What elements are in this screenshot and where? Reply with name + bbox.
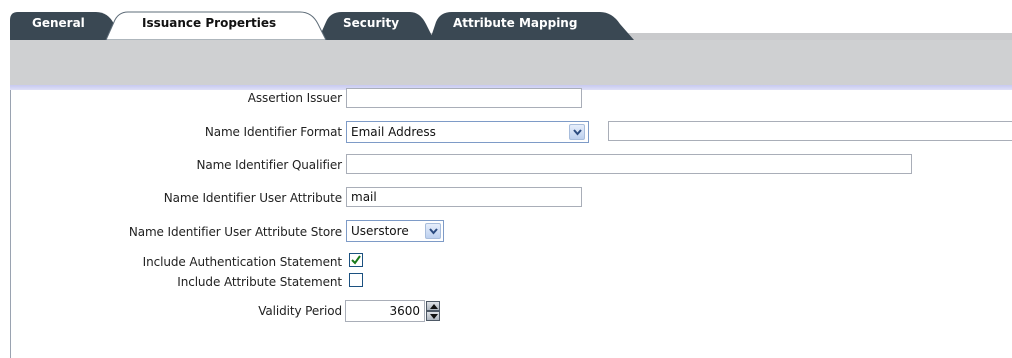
name-identifier-qualifier-label: Name Identifier Qualifier xyxy=(196,158,342,172)
include-authentication-statement-checkbox[interactable] xyxy=(349,253,363,267)
name-identifier-format-label: Name Identifier Format xyxy=(204,125,342,139)
tab-strip: General Issuance Properties Security Att… xyxy=(0,0,1012,40)
chevron-down-icon[interactable] xyxy=(425,223,441,239)
validity-period-spinner[interactable] xyxy=(426,301,440,321)
content-left-border xyxy=(10,90,11,358)
validity-period-input[interactable]: 3600 xyxy=(345,300,425,322)
name-identifier-user-attribute-store-value: Userstore xyxy=(351,224,409,238)
name-identifier-qualifier-input[interactable] xyxy=(346,154,912,174)
validity-period-label: Validity Period xyxy=(258,304,342,318)
tab-issuance-properties[interactable]: Issuance Properties xyxy=(142,15,276,31)
name-identifier-user-attribute-store-select[interactable]: Userstore xyxy=(346,220,444,242)
checkmark-icon xyxy=(351,255,361,265)
tab-general[interactable]: General xyxy=(32,15,85,31)
name-identifier-user-attribute-input[interactable] xyxy=(346,187,582,207)
include-attribute-statement-checkbox[interactable] xyxy=(349,273,363,287)
assertion-issuer-input[interactable] xyxy=(346,88,582,108)
tab-attribute-mapping[interactable]: Attribute Mapping xyxy=(453,15,577,31)
name-identifier-user-attribute-label: Name Identifier User Attribute xyxy=(163,191,342,205)
arrow-up-icon xyxy=(430,304,438,309)
name-identifier-user-attribute-store-label: Name Identifier User Attribute Store xyxy=(128,225,342,239)
include-attribute-statement-label: Include Attribute Statement xyxy=(177,275,342,289)
name-identifier-format-select[interactable]: Email Address xyxy=(346,121,589,143)
assertion-issuer-label: Assertion Issuer xyxy=(247,91,342,105)
spinner-down-button[interactable] xyxy=(426,311,440,321)
tab-security[interactable]: Security xyxy=(343,15,399,31)
toolbar-band xyxy=(10,40,1012,85)
include-authentication-statement-label: Include Authentication Statement xyxy=(142,255,342,269)
chevron-down-icon[interactable] xyxy=(569,124,585,140)
spinner-up-button[interactable] xyxy=(426,301,440,311)
arrow-down-icon xyxy=(430,314,438,319)
name-identifier-format-extra-input[interactable] xyxy=(608,121,1012,141)
name-identifier-format-value: Email Address xyxy=(351,125,436,139)
